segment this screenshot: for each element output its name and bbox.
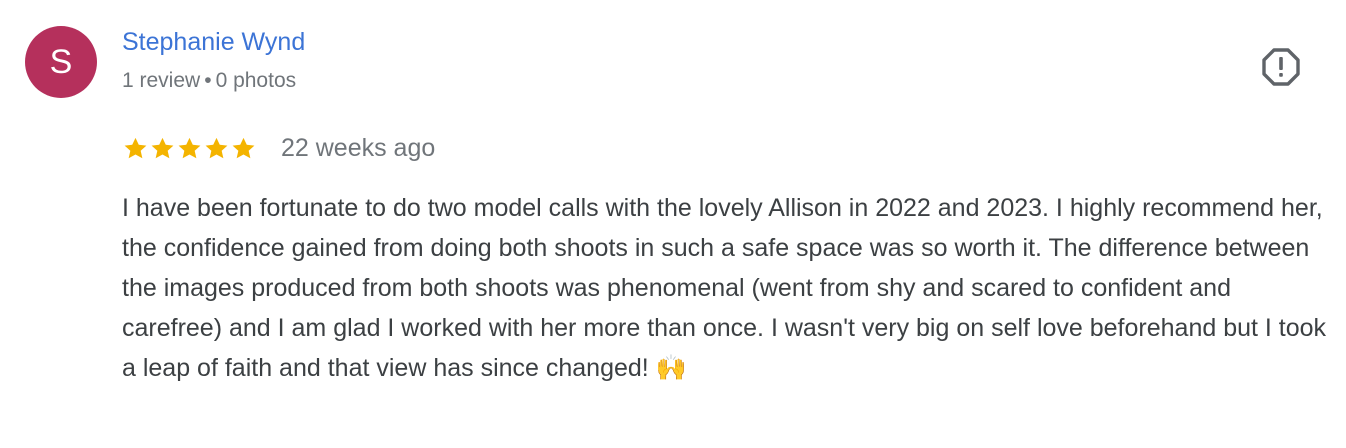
rating-row: 22 weeks ago: [122, 131, 435, 165]
star-icon: [178, 137, 201, 158]
report-review-button[interactable]: [1261, 47, 1301, 87]
review-text: I have been fortunate to do two model ca…: [122, 194, 1327, 382]
report-octagon-icon: [1262, 48, 1300, 86]
meta-separator: •: [204, 69, 212, 92]
star-rating: [122, 135, 257, 162]
review-count: 1 review: [122, 69, 201, 92]
review-time-ago: 22 weeks ago: [281, 133, 436, 162]
reviewer-name-link[interactable]: Stephanie Wynd: [122, 28, 305, 57]
reviewer-meta: 1 review • 0 photos: [122, 69, 296, 93]
star-icon: [151, 137, 174, 158]
star-icon: [232, 137, 255, 158]
reviewer-avatar[interactable]: S: [25, 26, 97, 98]
avatar-letter: S: [49, 42, 73, 81]
photo-count: 0 photos: [215, 69, 297, 92]
star-icon: [205, 137, 228, 158]
star-icon: [124, 137, 147, 158]
